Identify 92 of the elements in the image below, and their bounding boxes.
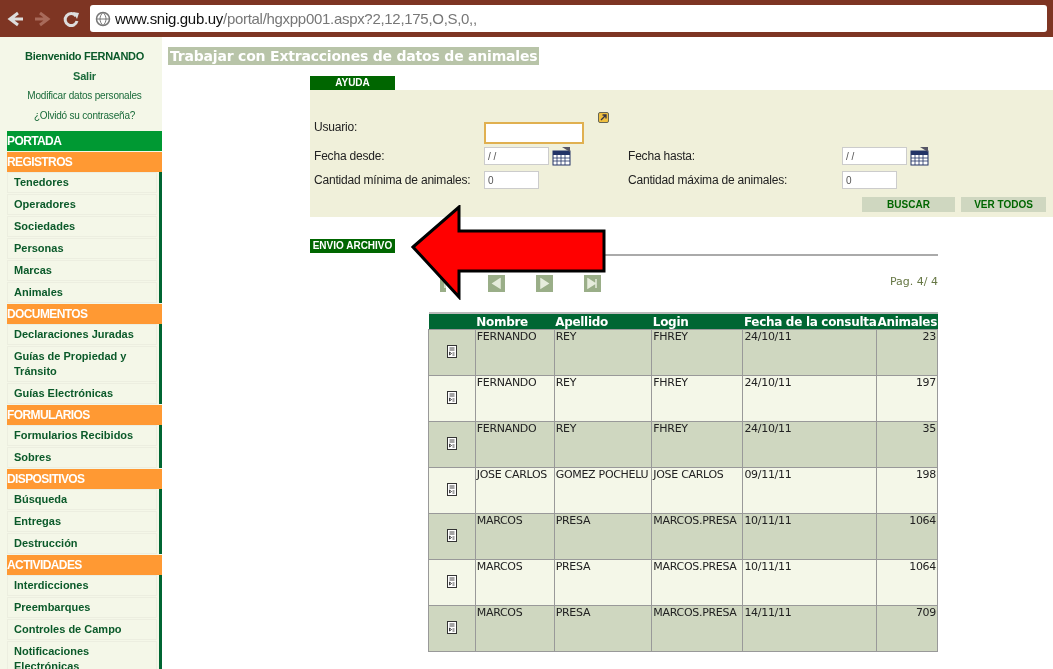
table-cell: PRESA (554, 513, 652, 560)
table-cell: PRESA (554, 559, 652, 606)
sidebar-link[interactable]: ¿Olvidó su contraseña? (7, 110, 162, 130)
field-label: Cantidad máxima de animales: (628, 173, 789, 187)
section-header[interactable]: PORTADA (7, 131, 162, 151)
table-cell: 24/10/11 (742, 329, 877, 376)
column-header: Nombre (475, 313, 555, 330)
address-field[interactable]: www.snig.gub.uy/portal/hgxpp001.aspx?2,12,175,O,S,0,, (90, 5, 1047, 32)
sidebar-item[interactable]: Formularios Recibidos (7, 425, 157, 446)
sidebar-item[interactable]: Sobres (7, 447, 157, 468)
table-cell: MARCOS.PRESA (651, 605, 743, 652)
document-icon[interactable] (446, 574, 457, 588)
table-cell: REY (554, 421, 652, 468)
table-cell: 24/10/11 (742, 421, 877, 468)
field-label: Cantidad mínima de animales: (314, 173, 472, 187)
sidebar-link[interactable]: Modificar datos personales (7, 90, 162, 110)
column-header: Apellido (554, 313, 652, 330)
sidebar-item[interactable]: Búsqueda (7, 489, 157, 510)
column-header: Fecha de la consulta (742, 313, 877, 330)
table-cell: FHREY (651, 375, 743, 422)
table-cell: 1064 (876, 513, 938, 560)
field-label: Fecha hasta: (628, 149, 696, 163)
input-field[interactable] (484, 122, 584, 144)
welcome-text: Bienvenido FERNANDO (24, 50, 145, 64)
table-cell: REY (554, 375, 652, 422)
document-icon[interactable] (446, 344, 457, 358)
upload-tab[interactable]: ENVIO ARCHIVO (310, 238, 395, 253)
table-cell: 198 (876, 467, 938, 514)
document-icon[interactable] (446, 528, 457, 542)
page-title: Trabajar con Extracciones de datos de animales (168, 47, 540, 65)
sidebar-item[interactable]: Animales (7, 282, 157, 303)
column-header: Animales (876, 313, 938, 330)
table-cell: 709 (876, 605, 938, 652)
table-cell: FERNANDO (475, 421, 555, 468)
table-cell: 10/11/11 (742, 513, 877, 560)
table-cell: 1064 (876, 559, 938, 606)
globe-icon (95, 10, 111, 27)
table-cell: FHREY (651, 421, 743, 468)
table-cell: FHREY (651, 329, 743, 376)
sidebar-item[interactable]: Guías Electrónicas (7, 383, 157, 404)
table-cell: 35 (876, 421, 938, 468)
input-field[interactable]: / / (842, 147, 907, 165)
table-cell: 10/11/11 (742, 559, 877, 606)
action-button[interactable]: BUSCAR (862, 197, 955, 212)
sidebar-item[interactable]: Sociedades (7, 216, 157, 237)
input-field[interactable]: 0 (484, 171, 539, 189)
table-cell: JOSE CARLOS (475, 467, 555, 514)
table-cell: 09/11/11 (742, 467, 877, 514)
prompt-icon[interactable] (598, 112, 609, 123)
help-tab[interactable]: AYUDA (310, 76, 395, 90)
table-cell: 24/10/11 (742, 375, 877, 422)
sidebar-item[interactable]: Preembarques (7, 597, 157, 618)
table-cell: 197 (876, 375, 938, 422)
sidebar-item[interactable]: Interdicciones (7, 575, 157, 596)
sidebar-item[interactable]: Tenedores (7, 172, 157, 193)
table-cell: GOMEZ POCHELU (554, 467, 652, 514)
column-header: Login (651, 313, 743, 330)
document-icon[interactable] (446, 620, 457, 634)
table-cell: MARCOS (475, 605, 555, 652)
field-label: Fecha desde: (314, 149, 386, 163)
input-field[interactable]: / / (484, 147, 549, 165)
sidebar-item[interactable]: Declaraciones Juradas (7, 324, 157, 345)
table-cell: MARCOS.PRESA (651, 559, 743, 606)
table-cell: JOSE CARLOS (651, 467, 743, 514)
page-indicator: Pag. 4/ 4 (889, 275, 938, 288)
reload-icon[interactable] (62, 9, 80, 28)
table-cell: REY (554, 329, 652, 376)
table-cell: MARCOS (475, 513, 555, 560)
field-label: Usuario: (314, 120, 359, 134)
sidebar-item[interactable]: Guías de Propiedad y Tránsito (7, 346, 157, 382)
table-cell: FERNANDO (475, 329, 555, 376)
table-cell: MARCOS (475, 559, 555, 606)
table-cell: FERNANDO (475, 375, 555, 422)
document-icon[interactable] (446, 482, 457, 496)
sidebar-link[interactable]: Salir (7, 70, 162, 90)
document-icon[interactable] (446, 390, 457, 404)
input-field[interactable]: 0 (842, 171, 897, 189)
sidebar-item[interactable]: Operadores (7, 194, 157, 215)
table-cell: 14/11/11 (742, 605, 877, 652)
calendar-icon[interactable] (910, 146, 929, 166)
sidebar-item[interactable]: Marcas (7, 260, 157, 281)
document-icon[interactable] (446, 436, 457, 450)
table-cell: PRESA (554, 605, 652, 652)
calendar-icon[interactable] (552, 146, 571, 166)
table-cell: MARCOS.PRESA (651, 513, 743, 560)
sidebar-item[interactable]: Personas (7, 238, 157, 259)
action-button[interactable]: VER TODOS (961, 197, 1046, 212)
sidebar-item[interactable]: Destrucción (7, 533, 157, 554)
sidebar-item[interactable]: Entregas (7, 511, 157, 532)
table-cell: 23 (876, 329, 938, 376)
back-icon[interactable] (6, 9, 24, 28)
sidebar-item[interactable]: Controles de Campo (7, 619, 157, 640)
